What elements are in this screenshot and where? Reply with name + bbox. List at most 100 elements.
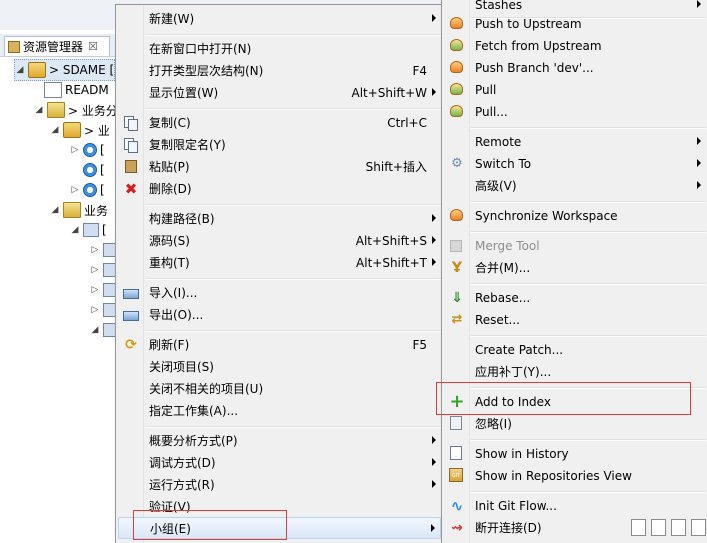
menu-item-label: 指定工作集(A)... [149,404,239,418]
menu-item-show-in[interactable]: 显示位置(W) Alt+Shift+W [118,82,441,104]
menu-item-close-project[interactable]: 关闭项目(S) [118,356,441,378]
folder-icon [83,223,99,237]
menu-item-label: 运行方式(R) [149,478,215,492]
menu-item-assign-working-sets[interactable]: 指定工作集(A)... [118,400,441,422]
menu-item-push-branch[interactable]: Push Branch 'dev'... [444,57,706,79]
tree-item-node[interactable]: ▷ [ [70,140,105,160]
menu-item-export[interactable]: 导出(O)... [118,304,441,326]
menu-separator [471,439,706,441]
submenu-arrow-icon [432,480,436,488]
tree-item-node[interactable]: [ [70,160,105,180]
menu-item-label: Init Git Flow... [475,499,557,513]
tab-explorer[interactable]: 资源管理器 ☒ [4,36,110,56]
tree-item-subproject[interactable]: ◢ > 业 [50,120,110,140]
collapse-icon[interactable]: ◢ [50,205,60,215]
merge-icon: Ұ [451,260,463,276]
menu-item-push-upstream[interactable]: Push to Upstream [444,13,706,35]
menu-item-advanced[interactable]: 高级(V) [444,175,706,197]
tree-item-node[interactable]: ◢ [ [70,220,107,240]
tree-item-label: 业务 [84,203,109,218]
menu-item-remote[interactable]: Remote [444,131,706,153]
menu-item-switch-to[interactable]: ⚙ Switch To [444,153,706,175]
menu-item-add-to-index[interactable]: + Add to Index [444,391,706,413]
menu-item-close-unrelated[interactable]: 关闭不相关的项目(U) [118,378,441,400]
menu-item-label: 概要分析方式(P) [149,434,238,448]
menu-separator [471,335,706,337]
menu-item-refresh[interactable]: ⟳ 刷新(F) F5 [118,334,441,356]
menu-item-open-type-hierarchy[interactable]: 打开类型层次结构(N) F4 [118,60,441,82]
refresh-icon: ⟳ [125,337,137,353]
merge-tool-icon [450,240,462,252]
placeholder-box [631,519,646,536]
menu-item-merge[interactable]: Ұ 合并(M)... [444,257,706,279]
tree-item-folder[interactable]: ◢ 业务 [50,200,108,220]
menu-item-run-as[interactable]: 运行方式(R) [118,474,441,496]
menu-item-label: Fetch from Upstream [475,39,602,53]
menu-item-fetch-upstream[interactable]: Fetch from Upstream [444,35,706,57]
menu-item-copy-qualified-name[interactable]: 复制限定名(Y) [118,134,441,156]
menu-separator [471,491,706,493]
menu-item-new[interactable]: 新建(W) [118,8,441,30]
expand-icon[interactable]: ▷ [90,285,100,295]
menu-item-show-in-repositories[interactable]: GIT Show in Repositories View [444,465,706,487]
menu-item-open-new-window[interactable]: 在新窗口中打开(N) [118,38,441,60]
menu-item-refactor[interactable]: 重构(T) Alt+Shift+T [118,252,441,274]
menu-item-build-path[interactable]: 构建路径(B) [118,208,441,230]
menu-item-debug-as[interactable]: 调试方式(D) [118,452,441,474]
expand-icon[interactable]: ▷ [90,245,100,255]
collapse-icon[interactable]: ◢ [70,225,80,235]
collapse-icon[interactable]: ◢ [50,125,60,135]
collapse-icon[interactable]: ◢ [34,105,44,115]
menu-item-pull-dialog[interactable]: Pull... [444,101,706,123]
menu-item-pull[interactable]: Pull [444,79,706,101]
export-icon [123,311,139,321]
package-icon [63,202,81,218]
menu-separator [145,330,441,332]
file-icon [44,82,62,98]
menu-item-reset[interactable]: ⇄ Reset... [444,309,706,331]
expand-icon[interactable]: ▷ [90,305,100,315]
submenu-arrow-icon [697,0,701,8]
team-submenu: Stashes Push to Upstream Fetch from Upst… [441,0,707,543]
menu-item-shortcut: F4 [412,64,427,78]
tree-item-label: [ [102,223,107,237]
collapse-icon[interactable]: ◢ [15,65,25,75]
tree-item-readme[interactable]: READM [44,80,109,100]
submenu-arrow-icon [432,436,436,444]
view-tab-bar: 资源管理器 ☒ [0,34,130,57]
menu-item-show-in-history[interactable]: Show in History [444,443,706,465]
expand-icon[interactable]: ▷ [70,185,80,195]
menu-item-validate[interactable]: 验证(V) [118,496,441,518]
menu-item-init-git-flow[interactable]: ∿ Init Git Flow... [444,495,706,517]
menu-item-label: 验证(V) [149,500,191,514]
menu-item-import[interactable]: 导入(I)... [118,282,441,304]
tree-item-folder[interactable]: ◢ > 业务分 [34,100,118,120]
menu-item-disconnect[interactable]: ⇝ 断开连接(D) [444,517,706,539]
menu-item-profile-as[interactable]: 概要分析方式(P) [118,430,441,452]
pull-dialog-icon [450,105,463,117]
tree-item-node[interactable]: ▷ [ [70,180,105,200]
menu-item-team[interactable]: 小组(E) [118,517,441,539]
push-branch-icon [450,61,463,73]
menu-item-create-patch[interactable]: Create Patch... [444,339,706,361]
close-icon[interactable]: ☒ [88,40,98,53]
menu-item-label: 高级(V) [475,179,517,193]
menu-item-label: Reset... [475,313,520,327]
menu-item-shortcut: Alt+Shift+T [356,256,427,270]
menu-item-apply-patch[interactable]: 应用补丁(Y)... [444,361,706,383]
collapse-icon[interactable]: ◢ [90,325,100,335]
menu-item-synchronize-workspace[interactable]: Synchronize Workspace [444,205,706,227]
expand-icon[interactable]: ▷ [70,145,80,155]
tree-item-label: > 业务分 [68,103,118,118]
expand-icon[interactable]: ▷ [90,265,100,275]
menu-item-source[interactable]: 源码(S) Alt+Shift+S [118,230,441,252]
tree-item-project[interactable]: ◢ > SDAME [ [14,59,116,81]
menu-item-label: 构建路径(B) [149,212,215,226]
menu-item-paste[interactable]: 粘贴(P) Shift+插入 [118,156,441,178]
menu-item-copy[interactable]: 复制(C) Ctrl+C [118,112,441,134]
menu-item-delete[interactable]: ✖ 删除(D) [118,178,441,200]
menu-item-ignore[interactable]: 忽略(I) [444,413,706,435]
submenu-arrow-icon [697,137,701,145]
menu-separator [471,283,706,285]
menu-item-rebase[interactable]: ⇓ Rebase... [444,287,706,309]
